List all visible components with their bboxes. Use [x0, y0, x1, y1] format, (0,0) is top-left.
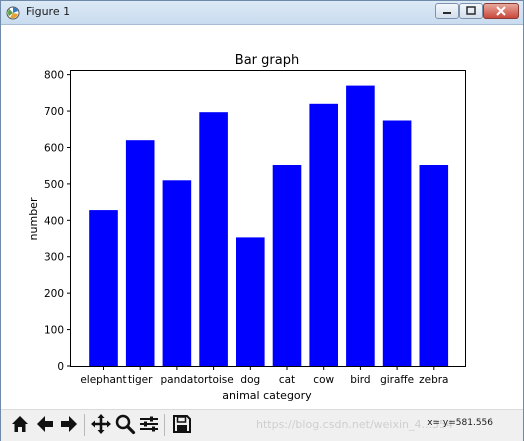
y-tick-label: 700 [44, 106, 64, 118]
x-tick-label: cow [313, 374, 334, 386]
y-tick-label: 0 [57, 361, 64, 373]
save-icon [173, 415, 191, 433]
y-tick-label: 100 [44, 325, 64, 337]
x-tick-label: tiger [128, 374, 153, 386]
maximize-icon [466, 6, 476, 15]
bar-dog [236, 237, 265, 366]
x-tick-label: tortoise [193, 374, 233, 386]
bar-tiger [125, 140, 155, 366]
x-tick-label: bird [350, 374, 370, 386]
configure-subplots-icon [140, 416, 158, 432]
x-tick-label: panda [160, 374, 193, 386]
x-tick-label: giraffe [380, 374, 414, 386]
y-tick-label: 800 [44, 70, 64, 82]
bar-cat [272, 165, 302, 366]
minimize-button[interactable] [435, 3, 459, 19]
y-tick-label: 500 [44, 179, 64, 191]
arrow-right-icon [61, 416, 77, 432]
toolbar-separator [164, 414, 165, 436]
bar-bird [346, 85, 375, 366]
home-icon [12, 416, 28, 432]
y-axis: 0 100 200 300 400 500 600 700 800 [44, 70, 71, 373]
maximize-button[interactable] [459, 3, 483, 19]
title-bar[interactable]: Figure 1 [1, 1, 523, 25]
cursor-coordinates: x= y=581.556 [427, 418, 493, 428]
close-icon [496, 6, 506, 16]
y-tick-label: 600 [44, 142, 64, 154]
window-title: Figure 1 [26, 5, 71, 18]
back-button[interactable] [34, 413, 56, 435]
home-button[interactable] [9, 413, 31, 435]
pan-icon [91, 414, 111, 434]
zoom-icon [115, 414, 136, 435]
figure-window: Figure 1 Bar graph 0 100 200 300 400 500 600 70… [0, 0, 524, 441]
bar-panda [162, 180, 192, 366]
matplotlib-icon [6, 5, 20, 20]
y-tick-label: 300 [44, 252, 64, 264]
bar-giraffe [382, 120, 412, 366]
save-button[interactable] [171, 413, 193, 435]
x-axis: elephant tiger panda tortoise dog cat cow bird g… [80, 366, 448, 386]
configure-subplots-button[interactable] [138, 413, 160, 435]
forward-button[interactable] [58, 413, 80, 435]
zoom-button[interactable] [114, 413, 136, 435]
figure-canvas[interactable]: Bar graph 0 100 200 300 400 500 600 700 800 elep… [1, 25, 523, 409]
x-axis-label: animal category [222, 389, 312, 402]
minimize-icon [443, 12, 451, 14]
arrow-left-icon [37, 416, 53, 432]
y-tick-label: 400 [44, 215, 64, 227]
x-tick-label: cat [279, 374, 295, 386]
y-tick-label: 200 [44, 288, 64, 300]
bars-group [89, 85, 449, 367]
x-tick-label: zebra [419, 374, 448, 386]
x-tick-label: elephant [80, 374, 126, 386]
bar-tortoise [199, 112, 228, 366]
pan-button[interactable] [90, 413, 112, 435]
navigation-toolbar: https://blog.csdn.net/weixin_4...354 x= … [1, 409, 523, 441]
bar-zebra [419, 165, 449, 366]
chart-title: Bar graph [235, 53, 299, 68]
x-tick-label: dog [240, 374, 260, 386]
bar-elephant [89, 210, 118, 366]
close-button[interactable] [483, 3, 519, 19]
watermark-text: https://blog.csdn.net/weixin_4...354 [256, 418, 454, 431]
toolbar-separator [84, 414, 85, 436]
y-axis-label: number [27, 197, 40, 240]
bar-cow [309, 103, 338, 367]
bar-chart: Bar graph 0 100 200 300 400 500 600 700 800 elep… [27, 53, 466, 402]
